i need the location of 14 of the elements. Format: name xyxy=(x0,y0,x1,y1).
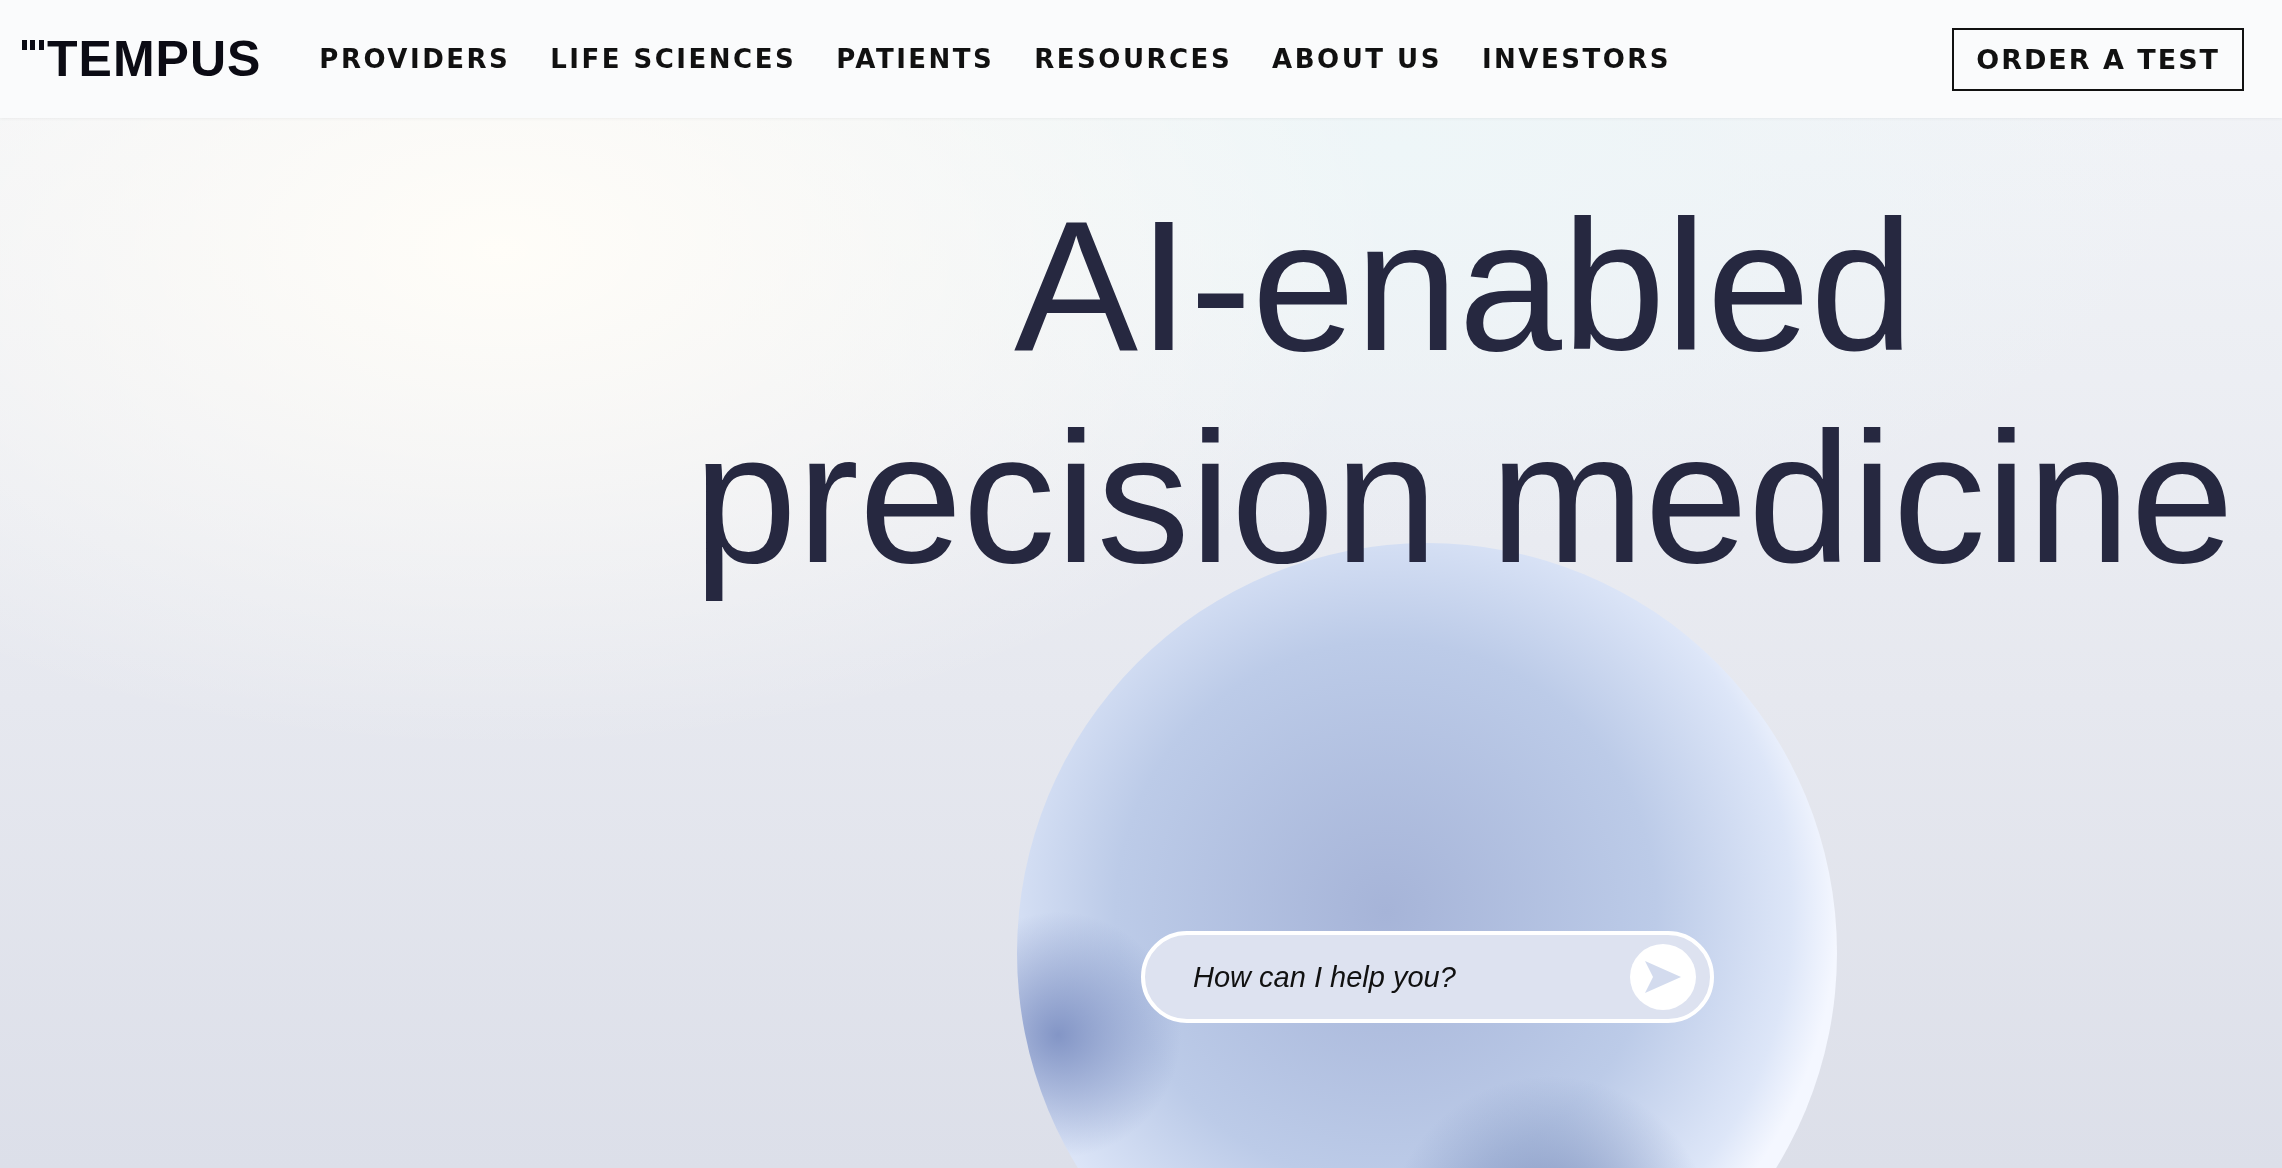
nav-link[interactable]: LIFE SCIENCES xyxy=(550,44,797,74)
logo[interactable]: TEMPUS xyxy=(47,34,262,84)
headline: AI-enabled precision medicine xyxy=(692,181,2235,603)
chat-input-field[interactable]: How can I help you? xyxy=(1191,959,1630,995)
nav-link[interactable]: PATIENTS xyxy=(836,44,995,74)
nav-link[interactable]: PROVIDERS xyxy=(319,44,511,74)
order-test-button[interactable]: ORDER A TEST xyxy=(1952,27,2244,91)
send-button[interactable] xyxy=(1630,944,1696,1010)
logo-mark-icon xyxy=(22,40,44,50)
chat-bar[interactable]: How can I help you? xyxy=(1141,931,1714,1023)
nav-link[interactable]: ABOUT US xyxy=(1272,44,1442,74)
nav-link[interactable]: RESOURCES xyxy=(1034,44,1233,74)
nav-link[interactable]: INVESTORS xyxy=(1481,44,1672,74)
send-icon xyxy=(1643,959,1683,995)
